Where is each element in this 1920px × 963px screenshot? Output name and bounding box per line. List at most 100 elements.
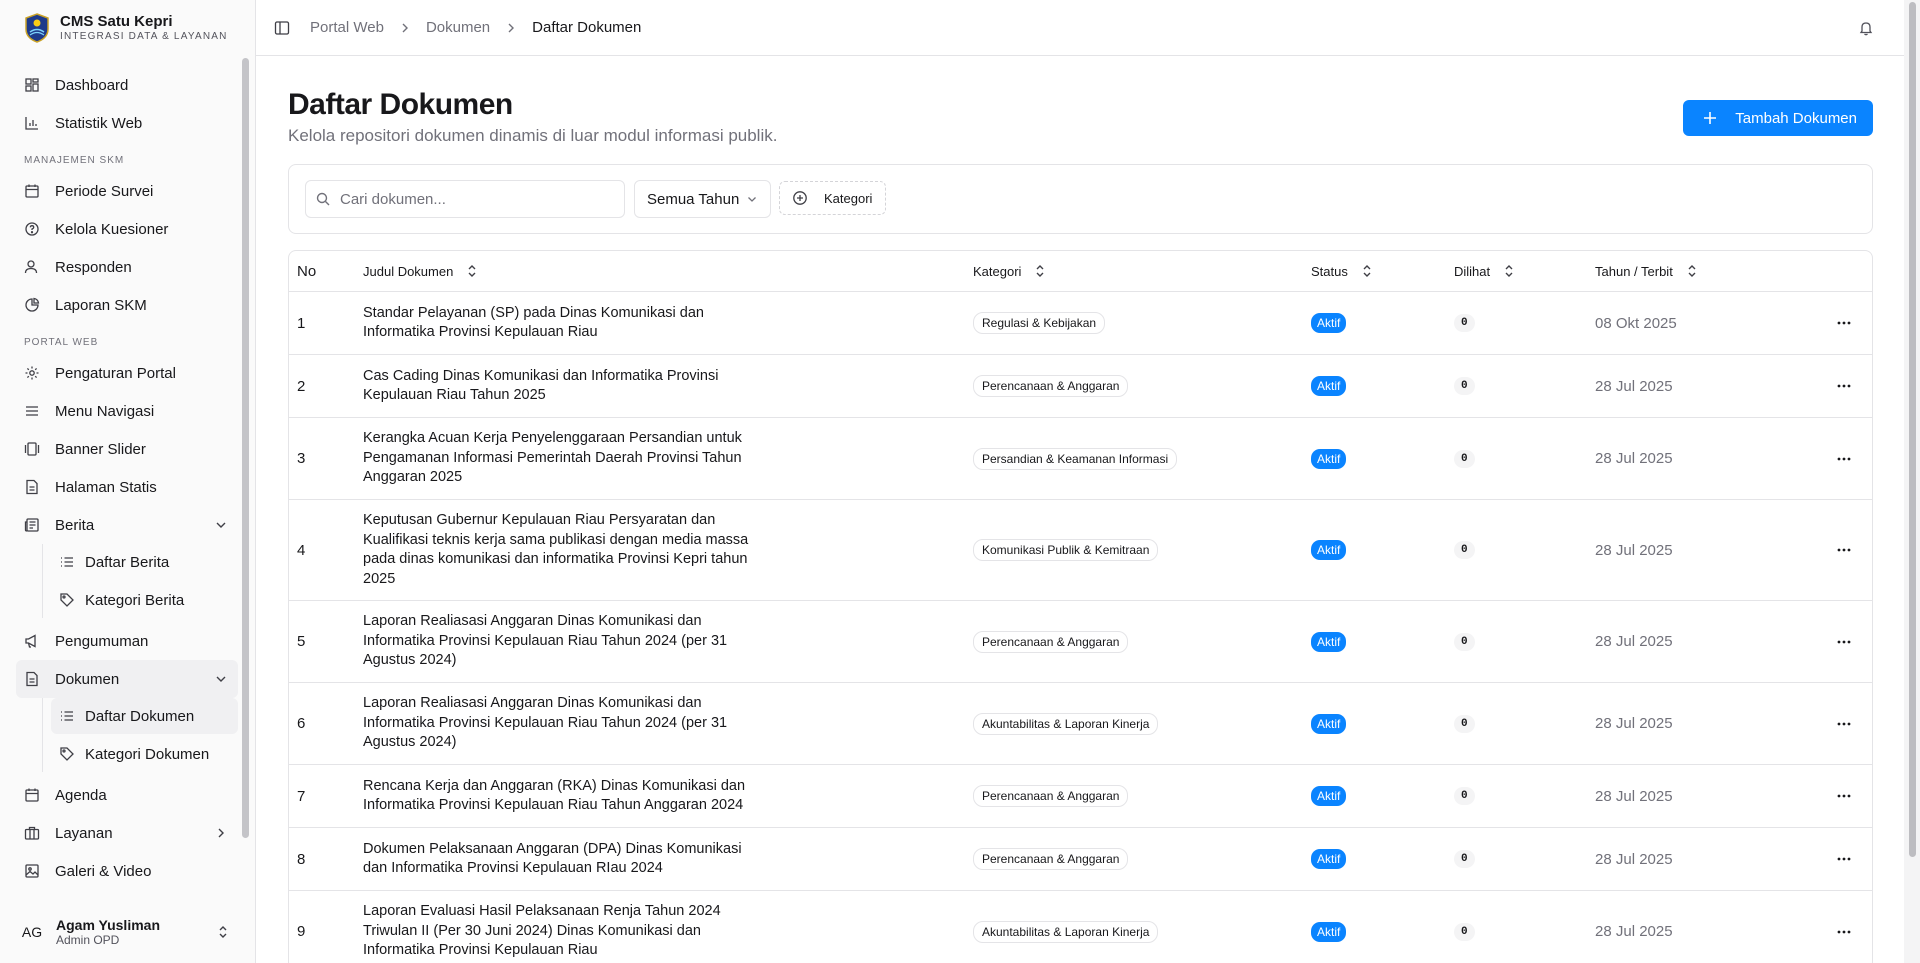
add-document-button[interactable]: Tambah Dokumen bbox=[1683, 100, 1873, 136]
cell-views: 0 bbox=[1454, 418, 1475, 499]
cell-title: Dokumen Pelaksanaan Anggaran (DPA) Dinas… bbox=[363, 828, 763, 890]
brand[interactable]: CMS Satu Kepri INTEGRASI DATA & LAYANAN bbox=[0, 0, 256, 56]
sidebar-item-periode-survei[interactable]: Periode Survei bbox=[16, 172, 238, 210]
sidebar-item-halaman-statis[interactable]: Halaman Statis bbox=[16, 468, 238, 506]
breadcrumb-portal-web[interactable]: Portal Web bbox=[310, 19, 384, 36]
sidebar-item-daftar-berita[interactable]: Daftar Berita bbox=[51, 544, 238, 580]
chevron-down-icon bbox=[216, 522, 226, 528]
cell-views: 0 bbox=[1454, 683, 1475, 764]
sidebar-item-kelola-kuesioner[interactable]: Kelola Kuesioner bbox=[16, 210, 238, 248]
avatar: AG bbox=[21, 924, 43, 940]
row-actions[interactable] bbox=[1836, 355, 1852, 417]
publish-date: 28 Jul 2025 bbox=[1595, 850, 1673, 868]
cell-views: 0 bbox=[1454, 891, 1475, 963]
sidebar: CMS Satu Kepri INTEGRASI DATA & LAYANAN … bbox=[0, 0, 256, 963]
cell-status: Aktif bbox=[1311, 601, 1347, 682]
document-title[interactable]: Laporan Realiasasi Anggaran Dinas Komuni… bbox=[363, 694, 763, 753]
plus-circle-icon bbox=[793, 191, 807, 205]
document-title[interactable]: Rencana Kerja dan Anggaran (RKA) Dinas K… bbox=[363, 777, 763, 816]
header-title[interactable]: Judul Dokumen bbox=[363, 251, 479, 291]
cell-status: Aktif bbox=[1311, 355, 1347, 417]
sidebar-item-laporan-skm[interactable]: Laporan SKM bbox=[16, 286, 238, 324]
sidebar-item-galeri-video[interactable]: Galeri & Video bbox=[16, 852, 238, 890]
search-input[interactable] bbox=[340, 190, 610, 208]
table-row[interactable]: 9 Laporan Evaluasi Hasil Pelaksanaan Ren… bbox=[289, 891, 1872, 963]
row-actions[interactable] bbox=[1836, 292, 1852, 354]
year-select[interactable]: Semua Tahun bbox=[634, 180, 771, 218]
row-actions[interactable] bbox=[1836, 891, 1852, 963]
table-row[interactable]: 8 Dokumen Pelaksanaan Anggaran (DPA) Din… bbox=[289, 828, 1872, 891]
category-filter-label: Kategori bbox=[824, 190, 873, 206]
header-views[interactable]: Dilihat bbox=[1454, 251, 1516, 291]
table-row[interactable]: 2 Cas Cading Dinas Komunikasi dan Inform… bbox=[289, 355, 1872, 418]
sidebar-item-daftar-dokumen[interactable]: Daftar Dokumen bbox=[51, 698, 238, 734]
sidebar-item-kategori-berita[interactable]: Kategori Berita bbox=[51, 582, 238, 618]
page-scrollbar[interactable] bbox=[1904, 0, 1920, 963]
table-row[interactable]: 6 Laporan Realiasasi Anggaran Dinas Komu… bbox=[289, 683, 1872, 765]
sidebar-item-kategori-dokumen[interactable]: Kategori Dokumen bbox=[51, 736, 238, 772]
sidebar-item-berita[interactable]: Berita bbox=[16, 506, 238, 544]
sidebar-item-agenda[interactable]: Agenda bbox=[16, 776, 238, 814]
publish-date: 08 Okt 2025 bbox=[1595, 314, 1677, 332]
row-actions[interactable] bbox=[1836, 418, 1852, 499]
sidebar-item-menu-navigasi[interactable]: Menu Navigasi bbox=[16, 392, 238, 430]
chevron-right-icon bbox=[508, 23, 515, 32]
gallery-slider-icon bbox=[24, 442, 40, 456]
image-icon bbox=[25, 864, 39, 878]
document-title[interactable]: Dokumen Pelaksanaan Anggaran (DPA) Dinas… bbox=[363, 840, 763, 879]
cell-date: 28 Jul 2025 bbox=[1595, 601, 1673, 682]
sidebar-item-dashboard[interactable]: Dashboard bbox=[16, 66, 238, 104]
breadcrumb-dokumen[interactable]: Dokumen bbox=[426, 19, 490, 36]
header-category[interactable]: Kategori bbox=[973, 251, 1047, 291]
sidebar-item-layanan[interactable]: Layanan bbox=[16, 814, 238, 852]
cell-date: 28 Jul 2025 bbox=[1595, 765, 1673, 827]
page-description: Kelola repositori dokumen dinamis di lua… bbox=[288, 126, 778, 145]
documents-table: No Judul Dokumen Kategori Status Dilihat… bbox=[288, 250, 1873, 963]
document-title[interactable]: Cas Cading Dinas Komunikasi dan Informat… bbox=[363, 367, 763, 406]
sidebar-item-responden[interactable]: Responden bbox=[16, 248, 238, 286]
sidebar-scrollbar-thumb[interactable] bbox=[242, 58, 249, 838]
search-box[interactable] bbox=[305, 180, 625, 218]
document-title[interactable]: Keputusan Gubernur Kepulauan Riau Persya… bbox=[363, 511, 763, 589]
user-name: Agam Yusliman bbox=[56, 917, 161, 933]
cell-category: Persandian & Keamanan Informasi bbox=[973, 418, 1178, 499]
row-actions[interactable] bbox=[1836, 683, 1852, 764]
header-status[interactable]: Status bbox=[1311, 251, 1374, 291]
table-row[interactable]: 5 Laporan Realiasasi Anggaran Dinas Komu… bbox=[289, 601, 1872, 683]
document-title[interactable]: Standar Pelayanan (SP) pada Dinas Komuni… bbox=[363, 304, 763, 343]
sidebar-item-statistik-web[interactable]: Statistik Web bbox=[16, 104, 238, 142]
sidebar-item-pengaturan-portal[interactable]: Pengaturan Portal bbox=[16, 354, 238, 392]
sidebar-item-banner-slider[interactable]: Banner Slider bbox=[16, 430, 238, 468]
sidebar-item-label: Layanan bbox=[55, 824, 113, 842]
cell-category: Komunikasi Publik & Kemitraan bbox=[973, 500, 1159, 600]
row-actions[interactable] bbox=[1836, 601, 1852, 682]
document-title[interactable]: Laporan Realiasasi Anggaran Dinas Komuni… bbox=[363, 612, 763, 671]
sidebar-item-label: Daftar Berita bbox=[85, 553, 170, 571]
sidebar-toggle-icon[interactable] bbox=[274, 20, 290, 36]
table-row[interactable]: 4 Keputusan Gubernur Kepulauan Riau Pers… bbox=[289, 500, 1872, 601]
sidebar-item-label: Kelola Kuesioner bbox=[55, 220, 169, 238]
cell-category: Akuntabilitas & Laporan Kinerja bbox=[973, 891, 1159, 963]
sidebar-item-dokumen[interactable]: Dokumen bbox=[16, 660, 238, 698]
cell-no: 1 bbox=[297, 292, 305, 354]
page-scrollbar-thumb[interactable] bbox=[1909, 2, 1916, 857]
header-year[interactable]: Tahun / Terbit bbox=[1595, 251, 1699, 291]
more-horizontal-icon bbox=[1837, 640, 1851, 643]
row-actions[interactable] bbox=[1836, 765, 1852, 827]
table-row[interactable]: 7 Rencana Kerja dan Anggaran (RKA) Dinas… bbox=[289, 765, 1872, 828]
category-filter-button[interactable]: Kategori bbox=[779, 181, 886, 215]
sidebar-scrollbar[interactable] bbox=[240, 56, 250, 838]
document-title[interactable]: Kerangka Acuan Kerja Penyelenggaraan Per… bbox=[363, 429, 763, 488]
publish-date: 28 Jul 2025 bbox=[1595, 715, 1673, 732]
user-menu[interactable]: AG Agam Yusliman Admin OPD bbox=[16, 908, 238, 956]
document-title[interactable]: Laporan Evaluasi Hasil Pelaksanaan Renja… bbox=[363, 902, 763, 961]
sidebar-item-label: Menu Navigasi bbox=[55, 402, 155, 420]
sidebar-item-pengumuman[interactable]: Pengumuman bbox=[16, 622, 238, 660]
table-row[interactable]: 1 Standar Pelayanan (SP) pada Dinas Komu… bbox=[289, 292, 1872, 355]
row-actions[interactable] bbox=[1836, 500, 1852, 600]
more-horizontal-icon bbox=[1837, 794, 1851, 798]
row-actions[interactable] bbox=[1836, 828, 1852, 890]
views-badge: 0 bbox=[1454, 787, 1475, 805]
bell-icon[interactable] bbox=[1858, 20, 1874, 36]
table-row[interactable]: 3 Kerangka Acuan Kerja Penyelenggaraan P… bbox=[289, 418, 1872, 500]
